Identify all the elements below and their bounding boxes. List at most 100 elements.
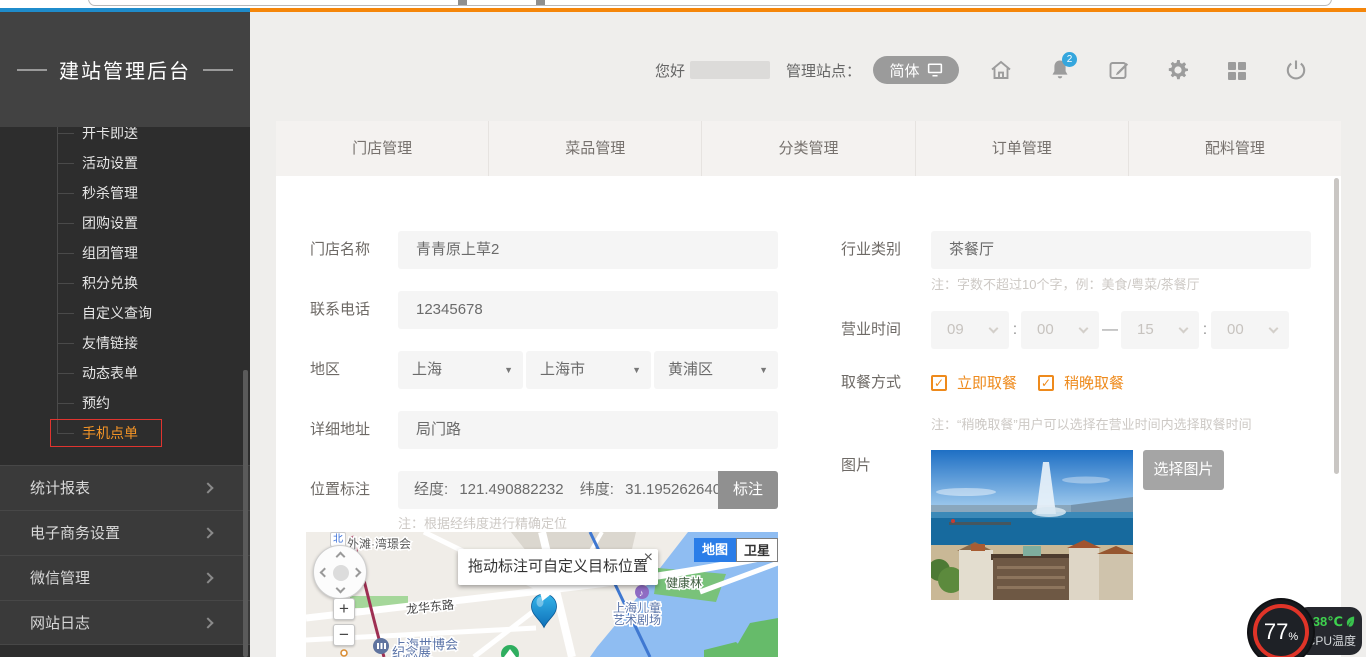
pickup-now-checkbox[interactable]: ✓ [931,375,947,391]
svg-text:♪: ♪ [639,588,644,598]
industry-label: 行业类别 [841,231,901,269]
gear-icon[interactable] [1166,58,1190,82]
power-icon[interactable] [1284,58,1308,82]
sidebar-item-booking[interactable]: 预约 [82,388,110,418]
tree-tick [57,163,74,164]
chevron-right-icon [202,572,213,583]
longitude-value: 121.490882232 [459,481,563,498]
pan-left-icon[interactable] [320,568,330,578]
map-label-bund: 外滩·湾璟会 [347,536,411,551]
manage-site-label: 管理站点： [786,60,861,81]
map-label-theater2: 艺术剧场 [613,613,661,627]
cpu-gauge-ring: 77 % [1253,604,1309,657]
store-name-input[interactable]: 青青原上草2 [398,231,778,269]
hours-label: 营业时间 [841,311,901,349]
address-input[interactable]: 局门路 [398,411,778,449]
admin-panel-title: 建站管理后台 [59,55,191,84]
sidebar-item-group-management[interactable]: 组团管理 [82,238,138,268]
sidebar-section-ecommerce-settings[interactable]: 电子商务设置 [0,510,250,555]
sidebar-section-wechat-management[interactable]: 微信管理 [0,555,250,600]
map-view-button[interactable]: 地图 [694,538,736,562]
sidebar-section-statistics-reports[interactable]: 统计报表 [0,465,250,510]
sidebar-section-website-logs[interactable]: 网站日志 [0,600,250,645]
pickup-later-label[interactable]: 稍晚取餐 [1064,374,1124,394]
time-colon: : [1009,311,1021,349]
sidebar-item-dynamic-forms[interactable]: 动态表单 [82,358,138,388]
language-switch-button[interactable]: 简体 [873,56,959,84]
open-hour-select[interactable]: 09 [931,311,1009,349]
bell-icon[interactable]: 2 [1048,58,1072,82]
industry-input[interactable]: 茶餐厅 [931,231,1311,269]
chevron-down-icon [1269,324,1279,334]
sidebar-item-friendly-links[interactable]: 友情链接 [82,328,138,358]
cpu-temp-value: 38℃ [1313,614,1343,630]
sidebar-item-seckill-management[interactable]: 秒杀管理 [82,178,138,208]
store-photo [931,450,1133,600]
close-hour-select[interactable]: 15 [1121,311,1199,349]
province-select[interactable]: 上海 ▼ [398,351,523,389]
sidebar-item-custom-query[interactable]: 自定义查询 [82,298,152,328]
map-type-toggle: 地图 卫星 [694,538,778,562]
active-item-outline [50,419,162,447]
tab-ingredient-management[interactable]: 配料管理 [1129,121,1341,176]
phone-label: 联系电话 [310,291,370,329]
title-dash-right [203,69,233,71]
sidebar-item-activity-settings[interactable]: 活动设置 [82,148,138,178]
location-label: 位置标注 [310,471,370,509]
sidebar: 建站管理后台 开卡即送 活动设置 秒杀管理 团购设置 组团管理 积分兑换 自定义… [0,12,250,657]
store-photo-graphic [931,450,1133,600]
satellite-view-button[interactable]: 卫星 [736,538,778,562]
close-icon[interactable]: × [644,540,653,576]
tree-tick [57,223,74,224]
district-select[interactable]: 黄浦区 ▼ [654,351,778,389]
sidebar-scrollbar[interactable] [243,370,248,657]
map-zoom-out-button[interactable]: − [333,624,355,646]
tree-tick [57,373,74,374]
close-minute-select[interactable]: 00 [1211,311,1289,349]
city-select[interactable]: 上海市 ▼ [526,351,651,389]
sidebar-header: 建站管理后台 [0,12,250,127]
pickup-now-label[interactable]: 立即取餐 [957,374,1017,394]
browser-address-bar[interactable] [88,0,1332,6]
pan-right-icon[interactable] [352,568,362,578]
location-map[interactable]: ♪ 外滩·湾璟会 龙华东路 上海世博会 纪念展 上海儿童 艺术剧场 健康林 北 [306,532,778,657]
store-form-panel: 门店名称 青青原上草2 联系电话 12345678 地区 上海 ▼ 上海市 ▼ … [276,176,1341,657]
tab-order-management[interactable]: 订单管理 [916,121,1129,176]
cpu-usage-gauge[interactable]: 77 % [1249,600,1313,657]
tab-category-management[interactable]: 分类管理 [702,121,915,176]
chevron-down-icon [989,324,999,334]
time-range-dash: — [1099,311,1121,349]
pickup-later-checkbox[interactable]: ✓ [1038,375,1054,391]
phone-input[interactable]: 12345678 [398,291,778,329]
browser-icon-fragment [536,0,545,5]
map-zoom-in-button[interactable]: + [333,598,355,620]
tab-dish-management[interactable]: 菜品管理 [489,121,702,176]
sidebar-item-groupbuy-settings[interactable]: 团购设置 [82,208,138,238]
coordinates-input[interactable]: 经度: 121.490882232 纬度: 31.1952626403 [398,471,718,509]
select-image-button[interactable]: 选择图片 [1143,450,1224,490]
mark-location-button[interactable]: 标注 [718,471,778,509]
chevron-down-icon [1179,324,1189,334]
open-minute-select[interactable]: 00 [1021,311,1099,349]
title-dash-left [17,69,47,71]
sidebar-item-points-exchange[interactable]: 积分兑换 [82,268,138,298]
map-pan-control[interactable] [313,545,367,599]
pickup-note: 注：“稍晚取餐”用户可以选择在营业时间内选择取餐时间 [931,414,1252,433]
pickup-label: 取餐方式 [841,368,901,398]
map-tooltip: 拖动标注可自定义目标位置 × [458,549,658,585]
tab-store-management[interactable]: 门店管理 [276,121,489,176]
pan-up-icon[interactable] [336,552,346,562]
pan-down-icon[interactable] [336,584,346,594]
caret-down-icon: ▼ [504,351,513,389]
pan-center-knob[interactable] [333,565,349,581]
content-scrollbar[interactable] [1334,178,1339,474]
time-colon: : [1199,311,1211,349]
chevron-down-icon [1079,324,1089,334]
edit-icon[interactable] [1107,58,1131,82]
apps-grid-icon[interactable] [1225,58,1249,82]
home-icon[interactable] [989,58,1013,82]
cpu-temp-label: CPU温度 [1307,632,1356,649]
tree-tick [57,193,74,194]
browser-icon-fragment [458,0,467,5]
greeting-text: 您好 [655,60,685,81]
